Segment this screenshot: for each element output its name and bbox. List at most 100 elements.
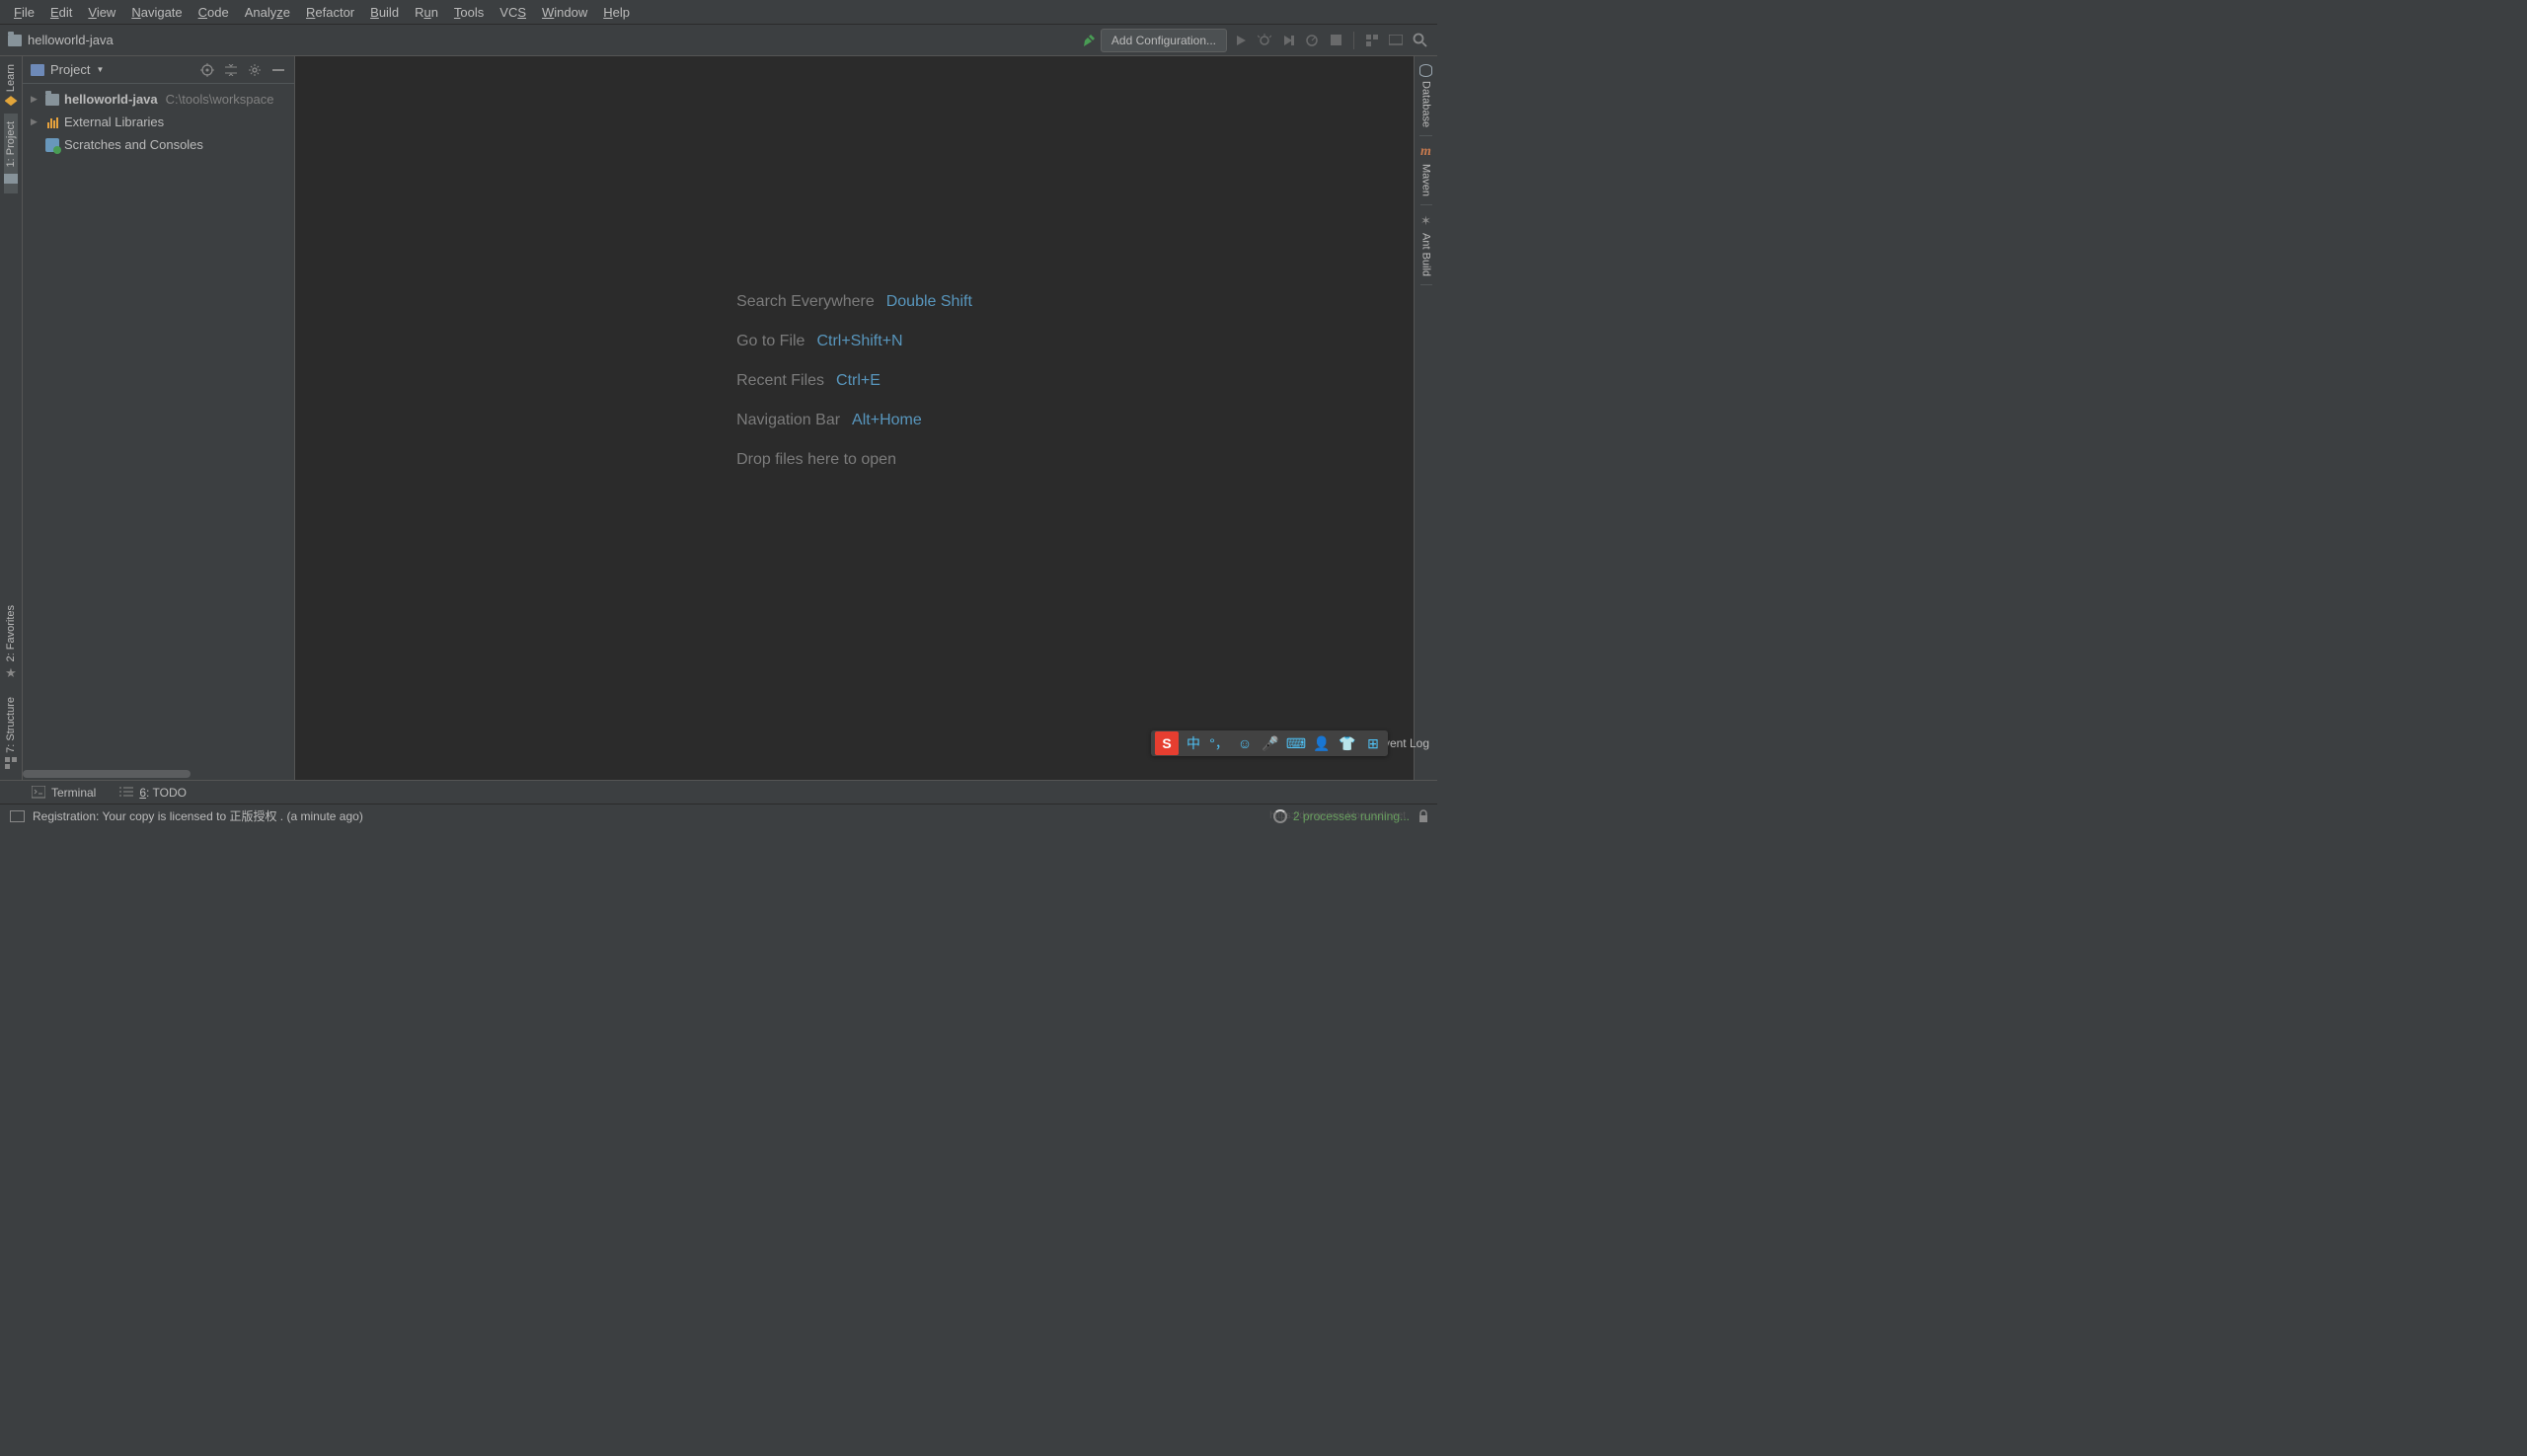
ime-mic-icon[interactable]: 🎤 — [1260, 732, 1281, 754]
expand-icon[interactable] — [223, 62, 239, 78]
breadcrumb-label: helloworld-java — [28, 33, 114, 47]
learn-icon — [5, 96, 18, 106]
folder-icon — [44, 92, 60, 108]
scratch-icon — [44, 137, 60, 153]
terminal-tab[interactable]: Terminal — [32, 786, 96, 800]
stop-icon[interactable] — [1326, 31, 1345, 50]
menu-code[interactable]: Code — [191, 2, 237, 23]
tree-row-libraries[interactable]: ▶ External Libraries — [23, 111, 294, 133]
screen-icon[interactable] — [1386, 31, 1406, 50]
hide-icon[interactable] — [270, 62, 286, 78]
menu-help[interactable]: Help — [595, 2, 638, 23]
hint-label: Go to File — [736, 333, 804, 350]
terminal-icon — [32, 786, 45, 800]
ant-tab[interactable]: ✶ Ant Build — [1420, 205, 1432, 285]
ime-lang[interactable]: 中 — [1183, 732, 1204, 754]
lock-icon[interactable] — [1417, 809, 1429, 823]
debug-icon[interactable] — [1255, 31, 1274, 50]
library-icon — [44, 115, 60, 130]
editor-area[interactable]: Search EverywhereDouble ShiftGo to FileC… — [295, 56, 1414, 780]
hint-row: Drop files here to open — [736, 451, 972, 469]
folder-icon — [4, 172, 18, 186]
ime-toolbar[interactable]: S 中 °， ☺ 🎤 ⌨ 👤 👕 ⊞ — [1151, 730, 1388, 756]
menu-refactor[interactable]: Refactor — [298, 2, 362, 23]
project-tree[interactable]: ▶ helloworld-java C:\tools\workspace ▶ E… — [23, 84, 294, 770]
hint-shortcut: Ctrl+Shift+N — [816, 333, 902, 350]
toolbar: helloworld-java Add Configuration... — [0, 25, 1437, 56]
menu-file[interactable]: File — [6, 2, 42, 23]
tree-label: External Libraries — [64, 115, 164, 129]
gear-icon[interactable] — [247, 62, 263, 78]
menu-view[interactable]: View — [80, 2, 123, 23]
menu-navigate[interactable]: Navigate — [123, 2, 190, 23]
ime-emoji-icon[interactable]: ☺ — [1234, 732, 1256, 754]
menu-bar: FileEditViewNavigateCodeAnalyzeRefactorB… — [0, 0, 1437, 25]
menu-vcs[interactable]: VCS — [492, 2, 534, 23]
chevron-right-icon[interactable]: ▶ — [31, 116, 40, 127]
ime-punct-icon[interactable]: °， — [1208, 732, 1230, 754]
run-icon[interactable] — [1231, 31, 1251, 50]
folder-icon — [8, 35, 22, 46]
database-icon — [1419, 64, 1432, 77]
status-processes[interactable]: 2 processes running... — [1273, 809, 1410, 823]
locate-icon[interactable] — [199, 62, 215, 78]
tree-label: Scratches and Consoles — [64, 137, 203, 152]
spinner-icon — [1273, 809, 1287, 823]
status-bar: Registration: Your copy is licensed to 正… — [0, 804, 1437, 827]
hint-row: Go to File Ctrl+Shift+N — [736, 333, 972, 350]
main-area: Learn 1: Project 2: Favorites ★ 7: Struc… — [0, 56, 1437, 780]
maven-tab[interactable]: m Maven — [1420, 136, 1432, 205]
star-icon: ★ — [5, 665, 17, 681]
tree-row-project[interactable]: ▶ helloworld-java C:\tools\workspace — [23, 88, 294, 111]
favorites-tab[interactable]: 2: Favorites ★ — [5, 597, 17, 689]
menu-tools[interactable]: Tools — [446, 2, 492, 23]
status-window-icon[interactable] — [10, 810, 25, 822]
favorites-label: 2: Favorites — [5, 605, 17, 661]
project-view-label: Project — [50, 62, 90, 77]
project-icon — [31, 64, 44, 76]
ime-skin-icon[interactable]: 👕 — [1337, 732, 1358, 754]
todo-label: 6: TODO — [139, 786, 187, 800]
database-label: Database — [1420, 81, 1432, 127]
database-tab[interactable]: Database — [1419, 56, 1432, 136]
structure-icon[interactable] — [1362, 31, 1382, 50]
bottom-tabs: Terminal 6: TODO — [0, 780, 1437, 804]
terminal-label: Terminal — [51, 786, 96, 800]
ime-logo[interactable]: S — [1155, 731, 1179, 755]
project-view-selector[interactable]: Project ▼ — [31, 62, 193, 77]
chevron-right-icon[interactable]: ▶ — [31, 94, 40, 105]
structure-tab[interactable]: 7: Structure — [5, 689, 17, 780]
project-panel-header: Project ▼ — [23, 56, 294, 84]
tree-path: C:\tools\workspace — [166, 92, 274, 107]
tree-label: helloworld-java — [64, 92, 158, 107]
search-icon[interactable] — [1410, 31, 1429, 50]
menu-build[interactable]: Build — [362, 2, 407, 23]
menu-edit[interactable]: Edit — [42, 2, 80, 23]
coverage-icon[interactable] — [1278, 31, 1298, 50]
ime-toolbox-icon[interactable]: ⊞ — [1362, 732, 1384, 754]
todo-tab[interactable]: 6: TODO — [119, 786, 187, 800]
structure-icon — [5, 757, 17, 772]
ant-label: Ant Build — [1420, 233, 1432, 276]
tree-row-scratches[interactable]: Scratches and Consoles — [23, 133, 294, 156]
left-gutter: Learn 1: Project 2: Favorites ★ 7: Struc… — [0, 56, 23, 780]
profiler-icon[interactable] — [1302, 31, 1322, 50]
breadcrumb[interactable]: helloworld-java — [8, 33, 114, 47]
menu-run[interactable]: Run — [407, 2, 446, 23]
maven-label: Maven — [1420, 164, 1432, 196]
menu-window[interactable]: Window — [534, 2, 595, 23]
structure-label: 7: Structure — [5, 697, 17, 753]
ime-keyboard-icon[interactable]: ⌨ — [1285, 732, 1307, 754]
chevron-down-icon: ▼ — [96, 65, 104, 74]
build-icon[interactable] — [1081, 33, 1097, 48]
project-tab[interactable]: 1: Project — [4, 114, 18, 192]
menu-analyze[interactable]: Analyze — [237, 2, 298, 23]
ime-user-icon[interactable]: 👤 — [1311, 732, 1333, 754]
horizontal-scrollbar[interactable] — [23, 770, 294, 780]
learn-tab[interactable]: Learn — [5, 56, 18, 114]
ant-icon: ✶ — [1420, 213, 1431, 229]
hint-row: Recent FilesCtrl+E — [736, 372, 972, 390]
add-configuration-button[interactable]: Add Configuration... — [1101, 29, 1227, 52]
right-gutter: Database m Maven ✶ Ant Build — [1414, 56, 1437, 780]
hint-label: Navigation Bar — [736, 412, 840, 429]
